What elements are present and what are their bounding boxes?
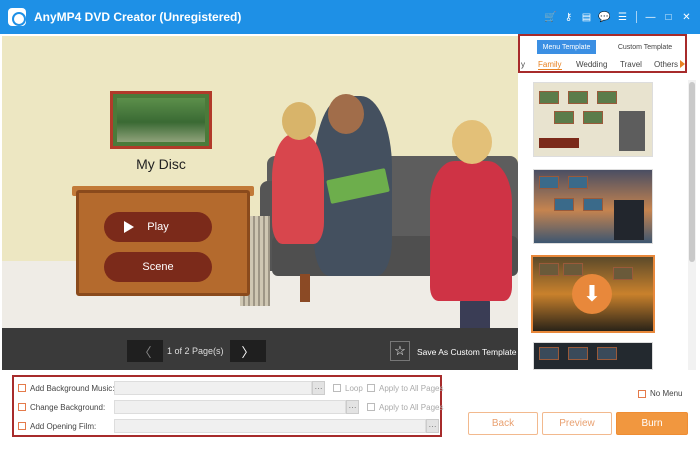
mother-head <box>328 94 364 134</box>
cart-icon[interactable]: 🛒 <box>543 10 558 25</box>
music-apply-all-label: Apply to All Pages <box>379 383 444 393</box>
girl-figure <box>430 161 512 301</box>
child-head <box>282 102 316 140</box>
music-apply-all-checkbox[interactable] <box>367 384 375 392</box>
thumbnail-photo <box>554 111 574 124</box>
thumbnail-photo <box>568 176 588 189</box>
opening-film-field[interactable] <box>114 419 426 433</box>
chat-icon[interactable]: 💬 <box>597 10 612 25</box>
loop-option: Loop <box>333 381 363 395</box>
maximize-icon[interactable]: □ <box>661 10 676 25</box>
app-logo-icon <box>8 8 26 26</box>
no-menu-label: No Menu <box>650 389 683 398</box>
girl-legs <box>460 298 490 328</box>
thumbnail-family-image <box>619 111 645 151</box>
scene-button[interactable]: Scene <box>104 252 212 282</box>
opening-film-checkbox[interactable] <box>18 422 26 430</box>
preview-button[interactable]: Preview <box>542 412 612 435</box>
girl-head <box>452 120 492 164</box>
thumbnail-photo <box>613 267 633 280</box>
play-button[interactable]: Play <box>104 212 212 242</box>
change-background-browse-button[interactable]: ··· <box>346 400 359 414</box>
sofa-leg-image <box>300 274 310 302</box>
background-apply-all-label: Apply to All Pages <box>379 402 444 412</box>
thumbnail-photo <box>563 263 583 276</box>
thumbnail-photo <box>554 198 574 211</box>
loop-label: Loop <box>345 383 363 393</box>
change-background-checkbox[interactable] <box>18 403 26 411</box>
opening-film-browse-button[interactable]: ··· <box>426 419 439 433</box>
change-background-option: Change Background: <box>18 400 105 414</box>
play-icon <box>124 221 134 233</box>
thumbnail-photo <box>568 347 588 360</box>
download-icon[interactable]: ⬇ <box>572 274 612 314</box>
background-music-checkbox[interactable] <box>18 384 26 392</box>
change-background-label: Change Background: <box>30 402 106 412</box>
disc-thumbnail-image <box>117 98 205 142</box>
change-background-field[interactable] <box>114 400 346 414</box>
previous-page-button[interactable]: 〈 <box>127 340 163 362</box>
star-icon[interactable]: ☆ <box>390 341 410 361</box>
titlebar-divider <box>636 11 637 23</box>
loop-checkbox[interactable] <box>333 384 341 392</box>
no-menu-checkbox[interactable] <box>638 389 646 398</box>
menu-preview: My Disc Play Scene <box>2 36 518 328</box>
child-figure <box>272 134 324 244</box>
background-apply-all-checkbox[interactable] <box>367 403 375 411</box>
background-music-label: Add Background Music: <box>30 383 115 393</box>
thumbnail-photo <box>583 111 603 124</box>
thumbnail-photo <box>539 263 559 276</box>
thumbnail-photo <box>539 176 559 189</box>
back-button[interactable]: Back <box>468 412 538 435</box>
disc-thumbnail-frame[interactable] <box>110 91 212 149</box>
thumbnail-photo <box>539 91 559 104</box>
thumbnail-photo <box>597 347 617 360</box>
template-thumbnail[interactable] <box>533 342 653 370</box>
no-menu-option: No Menu <box>638 389 682 398</box>
page-navigation-bar: 〈 1 of 2 Page(s) 〉 ☆ Save As Custom Temp… <box>2 328 518 370</box>
next-page-button[interactable]: 〉 <box>230 340 266 362</box>
disc-title[interactable]: My Disc <box>110 156 212 172</box>
burn-button[interactable]: Burn <box>616 412 688 435</box>
template-scrollbar-thumb[interactable] <box>689 82 695 262</box>
titlebar-controls: 🛒 ⚷ ▤ 💬 ☰ — □ ✕ <box>543 0 694 34</box>
template-thumbnail[interactable] <box>533 169 653 244</box>
template-tabs-highlight <box>518 34 687 73</box>
thumbnail-photo <box>597 91 617 104</box>
thumbnail-photo <box>568 91 588 104</box>
minimize-icon[interactable]: — <box>643 10 658 25</box>
background-music-option: Add Background Music: <box>18 381 115 395</box>
opening-film-label: Add Opening Film: <box>30 421 97 431</box>
scene-label: Scene <box>142 261 174 273</box>
page-indicator: 1 of 2 Page(s) <box>167 346 224 356</box>
play-label: Play <box>147 221 169 233</box>
opening-film-option: Add Opening Film: <box>18 419 96 433</box>
key-icon[interactable]: ⚷ <box>561 10 576 25</box>
background-apply-all-option: Apply to All Pages <box>367 400 443 414</box>
thumbnail-photo <box>539 347 559 360</box>
background-music-field[interactable] <box>114 381 312 395</box>
template-thumbnail[interactable] <box>533 82 653 157</box>
thumbnail-nav-strip <box>539 138 579 148</box>
thumbnail-silhouette-image <box>614 200 644 240</box>
menu-icon[interactable]: ☰ <box>615 10 630 25</box>
app-title: AnyMP4 DVD Creator (Unregistered) <box>34 10 242 24</box>
title-bar: AnyMP4 DVD Creator (Unregistered) 🛒 ⚷ ▤ … <box>0 0 700 34</box>
save-as-custom-template-button[interactable]: Save As Custom Template <box>417 347 517 357</box>
music-apply-all-option: Apply to All Pages <box>367 381 443 395</box>
close-icon[interactable]: ✕ <box>679 10 694 25</box>
background-music-browse-button[interactable]: ··· <box>312 381 325 395</box>
document-icon[interactable]: ▤ <box>579 10 594 25</box>
thumbnail-photo <box>583 198 603 211</box>
